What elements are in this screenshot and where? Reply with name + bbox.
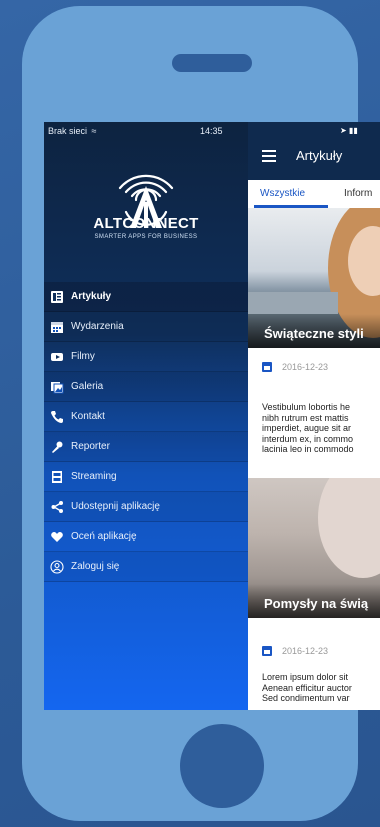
- page-title: Artykuły: [296, 148, 343, 163]
- excerpt-line: lacinia leo in commodo: [262, 444, 354, 454]
- menu-label: Galeria: [71, 381, 104, 392]
- menu-item-streaming[interactable]: Streaming: [44, 462, 248, 492]
- share-icon: [50, 500, 64, 514]
- menu-item-galeria[interactable]: Galeria: [44, 372, 248, 402]
- menu-label: Wydarzenia: [71, 321, 124, 332]
- article-date: 2016-12-23: [282, 646, 329, 656]
- video-icon: [50, 350, 64, 364]
- streaming-icon: [50, 470, 64, 484]
- article-image[interactable]: Świąteczne styli: [248, 208, 380, 348]
- tab-wszystkie[interactable]: Wszystkie: [260, 188, 305, 199]
- gallery-icon: [50, 380, 64, 394]
- menu-label: Kontakt: [71, 411, 105, 422]
- menu-label: Artykuły: [71, 291, 112, 302]
- wifi-icon: ≈: [91, 126, 97, 136]
- article-meta: 2016-12-23: [262, 646, 328, 656]
- excerpt-line: Aenean efficitur auctor: [262, 682, 352, 693]
- menu-item-kontakt[interactable]: Kontakt: [44, 402, 248, 432]
- excerpt-line: imperdiet, augue sit ar: [262, 423, 352, 433]
- menu-item-ocen[interactable]: Oceń aplikację: [44, 522, 248, 552]
- brand-tagline: SMARTER APPS FOR BUSINESS: [94, 234, 198, 240]
- altconnect-logo-icon: [118, 174, 174, 228]
- menu-item-zaloguj[interactable]: Zaloguj się: [44, 552, 248, 582]
- navigation-drawer: Brak sieci ≈ 14:35 ALTCONNECT SMARTER AP…: [44, 122, 248, 710]
- article-excerpt: Vestibulum lobortis he nibh rutrum est m…: [262, 402, 380, 455]
- category-tabs: Wszystkie Inform: [248, 180, 380, 209]
- tab-informacje[interactable]: Inform: [344, 188, 372, 199]
- menu-item-artykuly[interactable]: Artykuły: [44, 282, 248, 312]
- excerpt-line: Lorem ipsum dolor sit: [262, 672, 349, 682]
- excerpt-line: Sed condimentum var: [262, 693, 350, 703]
- article-title: Świąteczne styli: [264, 326, 364, 341]
- menu-item-reporter[interactable]: Reporter: [44, 432, 248, 462]
- excerpt-line: Vestibulum lobortis he: [262, 402, 351, 412]
- drawer-menu: Artykuły Wydarzenia Filmy Galeria Kontak…: [44, 282, 248, 582]
- excerpt-line: nibh rutrum est mattis: [262, 412, 349, 423]
- hamburger-menu-icon[interactable]: [262, 150, 276, 162]
- status-time: 14:35: [200, 126, 223, 136]
- articles-icon: [50, 290, 64, 304]
- article-title: Pomysły na świą: [264, 596, 369, 611]
- article-image[interactable]: Pomysły na świą: [248, 478, 380, 618]
- status-bar-left: Brak sieci ≈: [48, 126, 96, 136]
- article-date: 2016-12-23: [282, 362, 329, 372]
- microphone-icon: [50, 440, 64, 454]
- menu-label: Filmy: [71, 351, 95, 362]
- calendar-icon: [50, 320, 64, 334]
- menu-label: Zaloguj się: [71, 561, 120, 572]
- app-top-bar: ➤ ▮▮ Artykuły: [248, 122, 380, 180]
- heart-icon: [50, 530, 64, 544]
- phone-icon: [50, 410, 64, 424]
- home-button[interactable]: [180, 724, 264, 808]
- carrier-status: Brak sieci: [48, 126, 88, 136]
- menu-item-filmy[interactable]: Filmy: [44, 342, 248, 372]
- menu-label: Udostępnij aplikację: [71, 501, 160, 512]
- harbor-strip: [248, 292, 338, 314]
- app-screen: Brak sieci ≈ 14:35 ALTCONNECT SMARTER AP…: [44, 122, 380, 710]
- phone-speaker: [172, 54, 252, 72]
- calendar-icon: [262, 646, 272, 656]
- menu-item-wydarzenia[interactable]: Wydarzenia: [44, 312, 248, 342]
- location-battery-icon: ➤ ▮▮: [340, 126, 358, 135]
- articles-panel: ➤ ▮▮ Artykuły Wszystkie Inform Świąteczn…: [248, 122, 380, 710]
- menu-label: Streaming: [71, 471, 117, 482]
- calendar-icon: [262, 362, 272, 372]
- figure-shape: [318, 478, 380, 578]
- menu-item-udostepnij[interactable]: Udostępnij aplikację: [44, 492, 248, 522]
- brand-name: ALTCONNECT: [93, 215, 199, 232]
- user-icon: [50, 559, 64, 574]
- menu-label: Oceń aplikację: [71, 531, 137, 542]
- article-meta: 2016-12-23: [262, 362, 328, 372]
- article-excerpt: Lorem ipsum dolor sit Aenean efficitur a…: [262, 672, 380, 704]
- excerpt-line: interdum ex, in commo: [262, 433, 354, 444]
- menu-label: Reporter: [71, 441, 110, 452]
